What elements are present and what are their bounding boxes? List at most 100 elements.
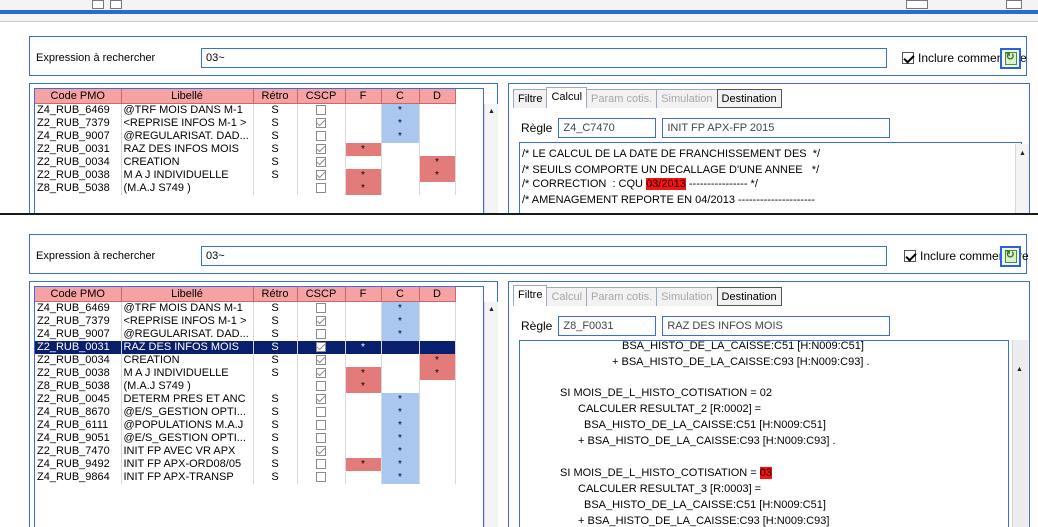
- rule-code-editor[interactable]: /* LE CALCUL DE LA DATE DE FRANCHISSEMEN…: [519, 142, 1022, 213]
- table-row[interactable]: Z2_RUB_0034 CREATION S *: [35, 155, 456, 169]
- cscp-checkbox[interactable]: [316, 315, 326, 326]
- column-header-code[interactable]: Code PMO: [35, 287, 122, 302]
- table-row[interactable]: Z2_RUB_0038 M A J INDIVIDUELLE S * *: [35, 366, 456, 380]
- cscp-checkbox[interactable]: [316, 143, 326, 154]
- column-header-d[interactable]: D: [419, 89, 456, 104]
- table-row[interactable]: Z4_RUB_9864 INIT FP APX-TRANSP S *: [35, 470, 456, 484]
- cscp-checkbox[interactable]: [316, 393, 326, 404]
- tab-simulation[interactable]: Simulation: [656, 89, 718, 108]
- cscp-checkbox[interactable]: [316, 419, 326, 430]
- table-row[interactable]: Z4_RUB_9051 @E/S_GESTION OPTI... S *: [35, 431, 456, 445]
- scroll-up-icon[interactable]: ▲: [485, 302, 498, 316]
- column-header-libelle[interactable]: Libellé: [121, 89, 254, 104]
- rule-code-field[interactable]: [558, 316, 657, 336]
- tab-calcul[interactable]: Calcul: [546, 287, 588, 306]
- table-row[interactable]: Z4_RUB_6469 @TRF MOIS DANS M-1 S *: [35, 301, 456, 315]
- table-row[interactable]: Z2_RUB_0038 M A J INDIVIDUELLE S * *: [35, 168, 456, 182]
- minimize-button[interactable]: [906, 0, 928, 9]
- cscp-checkbox[interactable]: [316, 302, 326, 313]
- scroll-up-icon[interactable]: ▲: [485, 104, 498, 118]
- search-input[interactable]: [201, 48, 887, 68]
- column-header-cscp[interactable]: CSCP: [297, 89, 346, 104]
- table-row[interactable]: Z4_RUB_6469 @TRF MOIS DANS M-1 S *: [35, 103, 456, 117]
- column-header-c[interactable]: C: [381, 287, 420, 302]
- cscp-checkbox[interactable]: [316, 130, 326, 141]
- rule-row: Règle: [521, 116, 891, 140]
- column-header-c[interactable]: C: [381, 89, 420, 104]
- cell-libelle: (M.A.J S749 ): [121, 379, 254, 393]
- tab-param-cotis[interactable]: Param cotis.: [586, 287, 658, 306]
- table-row[interactable]: Z2_RUB_0045 DETERM PRES ET ANC S *: [35, 392, 456, 406]
- tab-destination[interactable]: Destination: [716, 287, 782, 306]
- column-header-code[interactable]: Code PMO: [35, 89, 122, 104]
- cscp-checkbox[interactable]: [316, 367, 326, 378]
- tab-filtre[interactable]: Filtre: [513, 89, 548, 108]
- tab-filtre[interactable]: Filtre: [513, 285, 548, 306]
- table-row[interactable]: Z2_RUB_7379 <REPRISE INFOS M-1 > S *: [35, 116, 456, 130]
- cscp-checkbox[interactable]: [316, 458, 326, 469]
- table-scrollbar[interactable]: ▲: [484, 104, 498, 213]
- tab-calcul[interactable]: Calcul: [546, 87, 588, 108]
- cscp-checkbox[interactable]: [316, 471, 326, 482]
- table-row[interactable]: Z2_RUB_7379 <REPRISE INFOS M-1 > S *: [35, 314, 456, 328]
- cell-libelle: <REPRISE INFOS M-1 >: [121, 116, 254, 130]
- rule-row: Règle: [521, 314, 891, 338]
- tab-simulation[interactable]: Simulation: [656, 287, 718, 306]
- maximize-button[interactable]: [1006, 0, 1022, 9]
- cscp-checkbox[interactable]: [316, 406, 326, 417]
- column-header-cscp[interactable]: CSCP: [297, 287, 346, 302]
- cscp-checkbox[interactable]: [316, 445, 326, 456]
- checkbox-icon[interactable]: [904, 250, 916, 262]
- tab-param-cotis[interactable]: Param cotis.: [586, 89, 658, 108]
- code-line: CALCULER RESULTAT_3 [R:0003] =: [578, 483, 761, 495]
- cscp-checkbox[interactable]: [316, 104, 326, 115]
- column-header-retro[interactable]: Rétro: [253, 287, 298, 302]
- table-row[interactable]: Z4_RUB_9007 @REGULARISAT. DAD... S *: [35, 327, 456, 341]
- rule-code-field[interactable]: [558, 118, 657, 138]
- search-input[interactable]: [201, 246, 887, 266]
- editor-scrollbar[interactable]: ▲: [1012, 340, 1028, 527]
- rule-name-field[interactable]: [662, 118, 891, 138]
- cell-cscp: [297, 431, 346, 445]
- table-row[interactable]: Z2_RUB_0031 RAZ DES INFOS MOIS S *: [35, 142, 456, 156]
- cscp-checkbox[interactable]: [316, 354, 326, 365]
- table-row[interactable]: Z2_RUB_0034 CREATION S *: [35, 353, 456, 367]
- cscp-checkbox[interactable]: [316, 182, 326, 193]
- cell-libelle: @TRF MOIS DANS M-1: [121, 103, 254, 117]
- table-row[interactable]: Z2_RUB_7470 INIT FP AVEC VR APX S *: [35, 444, 456, 458]
- table-row[interactable]: Z8_RUB_5038 (M.A.J S749 ) *: [35, 379, 456, 393]
- table-row[interactable]: Z2_RUB_0031 RAZ DES INFOS MOIS S *: [35, 340, 456, 354]
- table-row[interactable]: Z4_RUB_6111 @POPULATIONS M.A.J S *: [35, 418, 456, 432]
- column-header-retro[interactable]: Rétro: [253, 89, 298, 104]
- tab-destination[interactable]: Destination: [716, 89, 782, 108]
- column-header-d[interactable]: D: [419, 287, 456, 302]
- cell-f: [345, 353, 382, 367]
- cscp-checkbox[interactable]: [316, 432, 326, 443]
- cell-c: [381, 142, 420, 156]
- cscp-checkbox[interactable]: [316, 328, 326, 339]
- refresh-button[interactable]: [1000, 246, 1021, 267]
- cscp-checkbox[interactable]: [316, 117, 326, 128]
- toolbar-button[interactable]: [110, 0, 122, 9]
- column-header-f[interactable]: F: [345, 287, 382, 302]
- cscp-checkbox[interactable]: [316, 341, 326, 352]
- cscp-checkbox[interactable]: [316, 156, 326, 167]
- editor-scrollbar[interactable]: ▲: [1015, 144, 1029, 213]
- table-row[interactable]: Z4_RUB_8670 @E/S_GESTION OPTI... S *: [35, 405, 456, 419]
- toolbar-button[interactable]: [92, 0, 104, 9]
- table-row[interactable]: Z8_RUB_5038 (M.A.J S749 ) *: [35, 181, 456, 195]
- table-scrollbar[interactable]: ▲: [484, 302, 498, 527]
- scroll-up-icon[interactable]: ▲: [1016, 146, 1029, 160]
- rule-name-field[interactable]: [662, 316, 891, 336]
- table-row[interactable]: Z4_RUB_9007 @REGULARISAT. DAD... S *: [35, 129, 456, 143]
- cscp-checkbox[interactable]: [316, 380, 326, 391]
- column-header-f[interactable]: F: [345, 89, 382, 104]
- cell-c: *: [381, 431, 420, 445]
- column-header-libelle[interactable]: Libellé: [121, 287, 254, 302]
- cscp-checkbox[interactable]: [316, 169, 326, 180]
- refresh-button[interactable]: [1000, 48, 1021, 69]
- table-row[interactable]: Z4_RUB_9492 INIT FP APX-ORD08/05 S * *: [35, 457, 456, 471]
- checkbox-icon[interactable]: [902, 52, 914, 64]
- scroll-up-icon[interactable]: ▲: [1013, 362, 1026, 376]
- rule-code-editor[interactable]: BSA_HISTO_DE_LA_CAISSE:C51 [H:N009:C51] +…: [519, 340, 1009, 527]
